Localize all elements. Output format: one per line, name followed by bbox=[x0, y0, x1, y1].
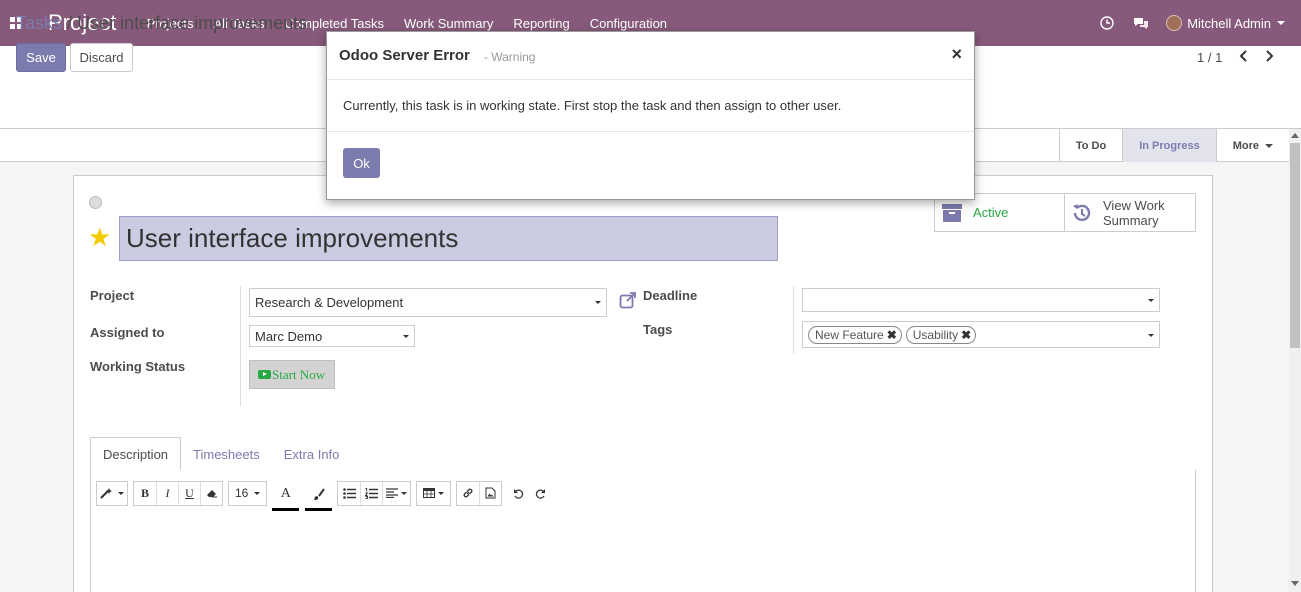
dialog-title: Odoo Server Error bbox=[339, 47, 470, 64]
dialog-message: Currently, this task is in working state… bbox=[327, 80, 974, 132]
ok-button[interactable]: Ok bbox=[343, 148, 380, 178]
close-icon[interactable]: × bbox=[951, 44, 962, 65]
dialog-subtitle: - Warning bbox=[483, 49, 536, 64]
error-dialog: Odoo Server Error - Warning × Currently,… bbox=[326, 31, 975, 200]
dialog-header: Odoo Server Error - Warning bbox=[327, 32, 974, 80]
